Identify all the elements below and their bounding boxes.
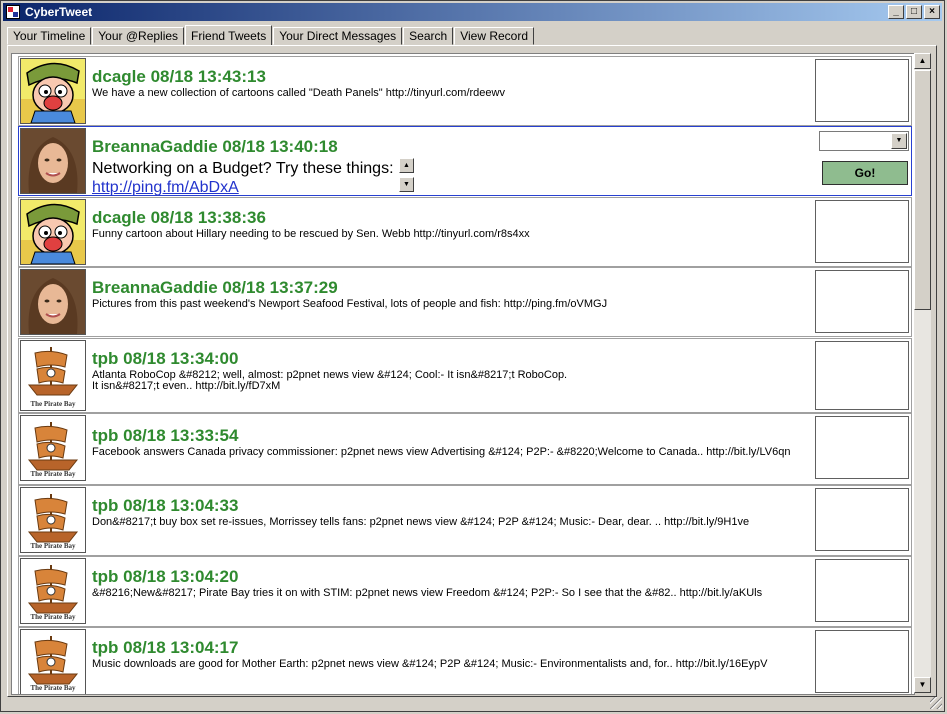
tab-view-record[interactable]: View Record <box>454 27 534 45</box>
tweet-row[interactable]: The Pirate Bay tpb 08/18 13:04:33 Don&#8… <box>18 485 912 556</box>
avatar: The Pirate Bay <box>20 487 86 553</box>
avatar-caption: The Pirate Bay <box>30 613 76 621</box>
portrait-avatar-icon <box>21 129 85 193</box>
tweet-action-box[interactable] <box>815 59 909 122</box>
avatar <box>20 199 86 265</box>
app-window: CyberTweet _ □ × Your Timeline Your @Rep… <box>0 0 945 712</box>
tweet-action-box[interactable] <box>815 416 909 479</box>
portrait-avatar-icon <box>21 270 85 334</box>
tab-your-replies[interactable]: Your @Replies <box>92 27 185 45</box>
resize-grip[interactable] <box>930 697 942 709</box>
avatar: The Pirate Bay <box>20 415 86 481</box>
tweet-header: BreannaGaddie 08/18 13:40:18 <box>92 137 338 156</box>
tweet-action-box[interactable] <box>815 630 909 693</box>
close-button[interactable]: × <box>924 5 940 19</box>
tweet-row[interactable]: dcagle 08/18 13:43:13 We have a new coll… <box>18 56 912 126</box>
maximize-button[interactable]: □ <box>906 5 922 19</box>
tweet-text: Facebook answers Canada privacy commissi… <box>92 446 791 458</box>
tweet-text-line: It isn&#8217;t even.. http://bit.ly/fD7x… <box>92 380 281 392</box>
tweet-action-box[interactable] <box>815 559 909 622</box>
tweet-row[interactable]: The Pirate Bay tpb 08/18 13:04:20 &#8216… <box>18 556 912 627</box>
avatar: The Pirate Bay <box>20 629 86 694</box>
vertical-scrollbar[interactable]: ▲ ▼ <box>914 53 931 693</box>
tab-your-timeline[interactable]: Your Timeline <box>7 27 92 45</box>
tweet-header: BreannaGaddie 08/18 13:37:29 <box>92 278 338 297</box>
tab-direct-messages[interactable]: Your Direct Messages <box>273 27 403 45</box>
tweet-text: Pictures from this past weekend's Newpor… <box>92 298 608 310</box>
tweet-text: Music downloads are good for Mother Eart… <box>92 658 768 670</box>
tweet-header: tpb 08/18 13:04:33 <box>92 496 239 515</box>
tweet-action-box[interactable] <box>815 488 909 551</box>
tweet-text: Don&#8217;t buy box set re-issues, Morri… <box>92 516 750 528</box>
scroll-up-icon[interactable]: ▲ <box>914 53 931 69</box>
avatar <box>20 128 86 194</box>
tab-strip: Your Timeline Your @Replies Friend Tweet… <box>7 25 535 46</box>
tab-search[interactable]: Search <box>403 27 454 45</box>
window-title: CyberTweet <box>25 5 93 19</box>
avatar-caption: The Pirate Bay <box>30 400 76 408</box>
tweet-row[interactable]: BreannaGaddie 08/18 13:37:29 Pictures fr… <box>18 267 912 337</box>
tweet-text: Funny cartoon about Hillary needing to b… <box>92 228 530 240</box>
text-scroll-down-icon[interactable]: ▼ <box>399 177 414 192</box>
title-bar[interactable]: CyberTweet _ □ × <box>3 3 942 21</box>
tweet-header: tpb 08/18 13:34:00 <box>92 349 239 368</box>
tweet-action-box[interactable] <box>815 200 909 263</box>
scroll-down-icon[interactable]: ▼ <box>914 677 931 693</box>
tweet-header: dcagle 08/18 13:38:36 <box>92 208 266 227</box>
tweet-action-box[interactable] <box>815 341 909 410</box>
avatar: The Pirate Bay <box>20 558 86 624</box>
chevron-down-icon[interactable]: ▼ <box>891 133 907 149</box>
avatar-caption: The Pirate Bay <box>30 684 76 692</box>
tweet-row[interactable]: dcagle 08/18 13:38:36 Funny cartoon abou… <box>18 197 912 267</box>
tab-friend-tweets[interactable]: Friend Tweets <box>185 25 273 46</box>
tweet-header: tpb 08/18 13:04:17 <box>92 638 239 657</box>
avatar-caption: The Pirate Bay <box>30 470 76 478</box>
avatar <box>20 58 86 124</box>
tweet-header: tpb 08/18 13:04:20 <box>92 567 239 586</box>
tweet-row[interactable]: The Pirate Bay tpb 08/18 13:04:17 Music … <box>18 627 912 694</box>
avatar: The Pirate Bay <box>20 340 86 411</box>
tweet-action-box[interactable] <box>815 270 909 333</box>
action-select[interactable]: ▼ <box>819 131 909 151</box>
avatar-caption: The Pirate Bay <box>30 542 76 550</box>
text-scroll-up-icon[interactable]: ▲ <box>399 158 414 173</box>
tweet-text: &#8216;New&#8217; Pirate Bay tries it on… <box>92 587 763 599</box>
tweet-link[interactable]: http://ping.fm/AbDxA <box>92 179 239 197</box>
minimize-button[interactable]: _ <box>888 5 904 19</box>
tweet-text: We have a new collection of cartoons cal… <box>92 87 505 99</box>
tweet-header: dcagle 08/18 13:43:13 <box>92 67 266 86</box>
tweet-row[interactable]: The Pirate Bay tpb 08/18 13:34:00 Atlant… <box>18 338 912 413</box>
tweet-text: Networking on a Budget? Try these things… <box>92 160 394 177</box>
scroll-thumb[interactable] <box>914 70 931 310</box>
tweet-header: tpb 08/18 13:33:54 <box>92 426 239 445</box>
tweet-list[interactable]: dcagle 08/18 13:43:13 We have a new coll… <box>11 53 915 695</box>
app-icon <box>6 5 20 19</box>
avatar <box>20 269 86 335</box>
tweet-row-selected[interactable]: BreannaGaddie 08/18 13:40:18 Networking … <box>18 126 912 196</box>
cartoon-avatar-icon <box>21 59 85 123</box>
go-button[interactable]: Go! <box>822 161 908 185</box>
tweet-row[interactable]: The Pirate Bay tpb 08/18 13:33:54 Facebo… <box>18 413 912 485</box>
cartoon-avatar-icon <box>21 200 85 264</box>
tweet-text: Atlanta RoboCop &#8212; well, almost: p2… <box>92 370 812 392</box>
